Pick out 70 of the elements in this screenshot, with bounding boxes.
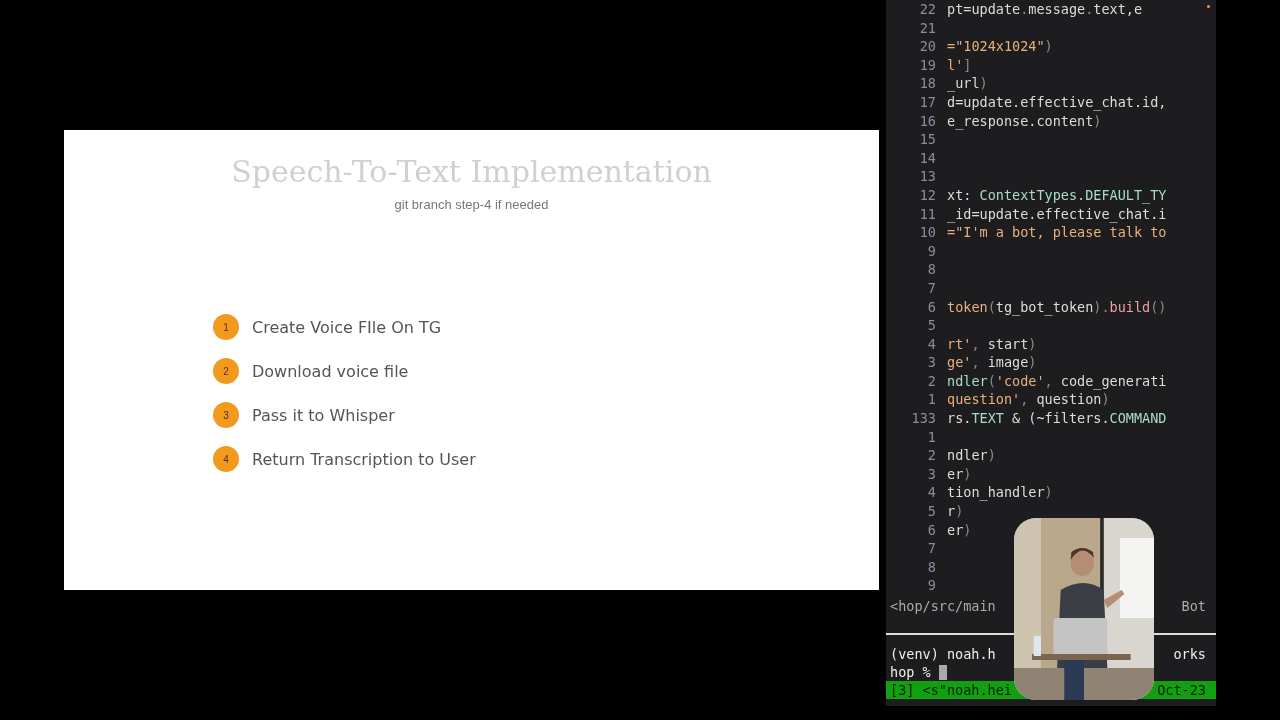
code-line: ge', image) (947, 353, 1037, 372)
step-text: Pass it to Whisper (252, 405, 395, 425)
step-number: 1 (213, 314, 239, 340)
window-label: [3] <s"noah.hei (890, 681, 1012, 699)
code-line: question', question) (947, 390, 1110, 410)
code-line: rs.TEXT & (~filters.COMMAND (947, 409, 1167, 428)
line-number: 11 (918, 204, 936, 224)
line-number: 16 (918, 111, 936, 131)
line-number: 18 (918, 74, 936, 93)
line-number: 20 (918, 37, 936, 56)
line-number: 6 (926, 520, 936, 540)
line-number: 3 (926, 353, 936, 372)
step-number: 4 (213, 446, 239, 472)
code-line: er) (947, 464, 972, 484)
step-number: 2 (213, 358, 239, 384)
cursor (938, 664, 947, 680)
dot-icon (1207, 5, 1210, 8)
line-number: 14 (918, 148, 936, 168)
line-number: 13 (918, 167, 936, 186)
code-line: _url) (947, 74, 988, 93)
line-number: 7 (926, 278, 936, 298)
line-number: 2 (926, 446, 936, 465)
terminal-text: orks (1173, 645, 1206, 663)
line-number: 133 (910, 409, 936, 428)
code-line: ndler('code', code_generati (947, 371, 1167, 391)
line-number: 10 (918, 223, 936, 242)
step-text: Return Transcription to User (252, 449, 476, 469)
line-number: 15 (918, 130, 936, 149)
line-number: 8 (926, 557, 936, 577)
code-line: er) (947, 520, 972, 540)
line-number: 6 (926, 297, 936, 317)
terminal-text: (venv) noah.h (890, 645, 996, 663)
code-line: _id=update.effective_chat.i (947, 204, 1167, 224)
code-line: rt', start) (947, 334, 1037, 354)
line-number: 19 (918, 55, 936, 75)
line-number: 4 (926, 334, 936, 354)
code-line: ="I'm a bot, please talk to (947, 223, 1167, 242)
code-line: l'] (947, 55, 972, 75)
code-line: ndler) (947, 446, 996, 465)
step-text: Download voice file (252, 361, 409, 381)
line-number: 2 (926, 371, 936, 391)
line-number: 8 (926, 260, 936, 279)
shell-prompt: hop % (890, 663, 931, 681)
step-text: Create Voice FIle On TG (252, 317, 442, 337)
code-line: token(tg_bot_token).build() (947, 297, 1167, 317)
code-line: tion_handler) (947, 483, 1053, 503)
code-line: e_response.content) (947, 111, 1102, 131)
line-number: 12 (918, 185, 936, 205)
code-line: ="1024x1024") (947, 37, 1053, 56)
code-line: pt=update.message.text,e (947, 0, 1143, 19)
line-number: 1 (926, 390, 936, 410)
file-path: <hop/src/main (890, 597, 996, 615)
line-number: 4 (926, 483, 936, 503)
line-number: 17 (918, 92, 936, 112)
code-line: r) (947, 502, 964, 521)
line-number: 21 (918, 18, 936, 38)
line-number: 9 (926, 241, 936, 261)
line-number: 22 (918, 0, 936, 19)
line-number: 1 (926, 427, 936, 447)
line-number: 3 (926, 464, 936, 484)
code-line: xt: ContextTypes.DEFAULT_TY (947, 185, 1167, 205)
slide-subtitle: git branch step-4 if needed (394, 197, 549, 212)
code-line: d=update.effective_chat.id, (947, 92, 1167, 112)
status-label: Bot (1181, 597, 1206, 615)
step-number: 3 (213, 402, 239, 428)
line-number: 5 (926, 316, 936, 335)
line-number: 5 (926, 502, 936, 521)
line-number: 9 (926, 576, 936, 595)
date-label: Oct-23 (1157, 681, 1206, 699)
line-number: 7 (926, 539, 936, 558)
